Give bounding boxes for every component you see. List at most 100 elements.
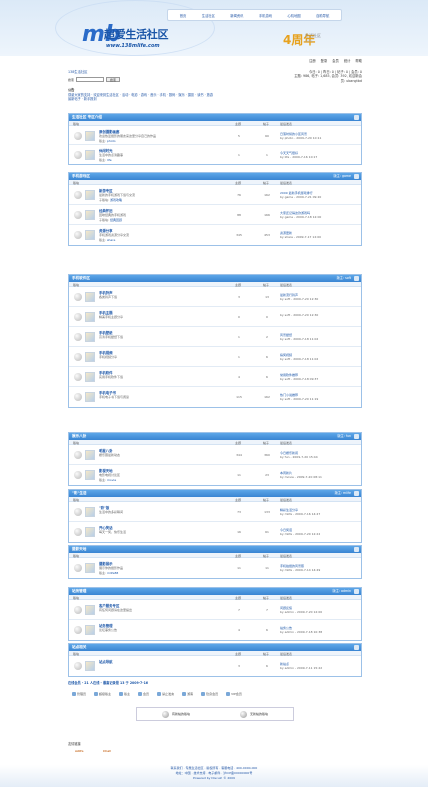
category-moderator[interactable]: 版主: fun	[337, 433, 351, 440]
last-post-meta[interactable]: by game - 2009-7-21 09:20	[280, 195, 321, 199]
forum-name[interactable]: 站点导航	[99, 659, 113, 664]
category-header[interactable]: 摄影天地	[69, 546, 361, 553]
last-post-meta[interactable]: by mlife - 2009-7-16 14:47	[280, 512, 320, 516]
toolbar-members[interactable]: 会员	[332, 58, 339, 63]
last-post: 最新流行铃声 by soft - 2009-7-20 12:30	[280, 293, 318, 301]
last-post-meta[interactable]: by soft - 2009-7-18 11:02	[280, 357, 318, 361]
partner-logo[interactable]: Chat	[103, 746, 125, 756]
collapse-icon[interactable]	[354, 645, 359, 650]
category-title[interactable]: 娱乐八卦	[72, 434, 86, 438]
collapse-icon[interactable]	[354, 174, 359, 179]
category-title[interactable]: 摄影天地	[72, 547, 86, 551]
category-moderator[interactable]: 版主: soft	[337, 275, 351, 282]
forum-thumbnail[interactable]	[85, 190, 95, 200]
collapse-icon[interactable]	[354, 547, 359, 552]
toolbar-help[interactable]: 帮助	[355, 58, 362, 63]
nav-news[interactable]: 新闻资讯	[230, 13, 243, 18]
nav-games[interactable]: 手机游戏	[259, 13, 272, 18]
forum-thumbnail[interactable]	[85, 312, 95, 322]
last-post-meta[interactable]: by soft - 2009-7-20 11:19	[280, 397, 318, 401]
last-post-meta[interactable]: by admin - 2009-7-18 10:38	[280, 630, 322, 634]
category-header[interactable]: 手机软件区 版主: soft	[69, 275, 361, 282]
nav-map[interactable]: 心机地图	[287, 13, 300, 18]
forum-thumbnail[interactable]	[85, 210, 95, 220]
forum-thumbnail[interactable]	[85, 392, 95, 402]
nav-home[interactable]: 首页	[180, 13, 187, 18]
category-title[interactable]: 手机游戏区	[72, 174, 90, 178]
breadcrumb[interactable]: 138生活社区	[68, 70, 87, 74]
last-post-meta[interactable]: by admin - 2009-7-11 15:22	[280, 666, 322, 670]
online-header[interactable]: 在线会员 - 21 人在线 - 最高记录是 13 于 2009-7-16	[68, 680, 362, 685]
last-post-meta[interactable]: by fun - 2009-7-20 15:44	[280, 455, 318, 459]
last-post-meta[interactable]: by soft - 2009-7-18 11:02	[280, 337, 318, 341]
forum-thumbnail[interactable]	[85, 507, 95, 517]
moderator-link[interactable]: life	[107, 158, 112, 162]
category-header[interactable]: 生活社区 专区介绍	[69, 114, 361, 121]
last-post-meta[interactable]: by soft - 2009-7-20 12:30	[280, 313, 318, 317]
forum-thumbnail[interactable]	[85, 130, 95, 141]
search-button[interactable]: 搜索	[106, 77, 121, 82]
category-header[interactable]: "彩"生活 版主: mlife	[69, 490, 361, 497]
forum-thumbnail[interactable]	[85, 527, 95, 537]
toolbar-stats[interactable]: 统计	[344, 58, 351, 63]
forum-thumbnail[interactable]	[85, 605, 95, 615]
last-post-meta[interactable]: by share - 2009-7-17 12:00	[280, 235, 321, 239]
toolbar-register[interactable]: 注册	[309, 58, 316, 63]
collapse-icon[interactable]	[354, 491, 359, 496]
search-input[interactable]	[76, 77, 105, 82]
collapse-icon[interactable]	[354, 589, 359, 594]
forum-thumbnail[interactable]	[85, 352, 95, 362]
last-post-meta[interactable]: by game - 2009-7-18 12:00	[280, 215, 321, 219]
forum-thumbnail[interactable]	[85, 470, 95, 480]
category-moderator[interactable]: 版主: admin	[333, 588, 351, 595]
announcement-line2[interactable]: 最新帖子 · 新手报到	[68, 97, 362, 102]
collapse-icon[interactable]	[354, 115, 359, 120]
forum-thumbnail[interactable]	[85, 292, 95, 302]
category-title[interactable]: 站务管理	[72, 589, 86, 593]
category-title[interactable]: 站点相关	[72, 645, 86, 649]
category-header[interactable]: 站点相关	[69, 644, 361, 651]
last-post-meta[interactable]: by soft - 2009-7-18 09:37	[280, 377, 318, 381]
moderator-link[interactable]: movie	[107, 478, 116, 482]
category-header[interactable]: 站务管理 版主: admin	[69, 588, 361, 595]
forum-thumbnail[interactable]	[85, 230, 95, 240]
topic-count: 0	[238, 315, 240, 319]
partner-logo[interactable]: mlife	[75, 746, 97, 756]
last-post-meta[interactable]: by admin - 2009-7-20 12:00	[280, 610, 322, 614]
moderator-link[interactable]: 游戏攻略	[110, 198, 122, 202]
moderator-link[interactable]: mlife88	[107, 571, 118, 575]
nav-community[interactable]: 生活社区	[202, 13, 215, 18]
category-title[interactable]: "彩"生活	[72, 491, 87, 495]
forum-description: 生活中的多彩瞬间	[99, 510, 124, 514]
category-title[interactable]: 生活社区 专区介绍	[72, 115, 102, 119]
category-header[interactable]: 手机游戏区 版主: game	[69, 173, 361, 180]
last-post-meta[interactable]: by movie - 2009-7-20 08:11	[280, 475, 322, 479]
forum-thumbnail[interactable]	[85, 563, 95, 573]
forum-thumbnail[interactable]	[85, 625, 95, 635]
last-post-meta[interactable]: by mlife - 2009-7-14 14:49	[280, 568, 320, 572]
moderator-link[interactable]: photo	[107, 139, 116, 143]
moderator-link[interactable]: share	[107, 238, 115, 242]
last-post-meta[interactable]: by photo - 2009-7-20 10:11	[280, 136, 321, 140]
moderator-link[interactable]: 经典回顾	[110, 218, 122, 222]
last-post-meta[interactable]: by soft - 2009-7-20 12:30	[280, 297, 318, 301]
category-moderator[interactable]: 版主: game	[333, 173, 351, 180]
category-moderator[interactable]: 版主: mlife	[335, 490, 351, 497]
category-header[interactable]: 娱乐八卦 版主: fun	[69, 433, 361, 440]
forum-thumbnail[interactable]	[85, 450, 95, 460]
post-count: 453	[264, 233, 270, 237]
last-post-meta[interactable]: by mlife - 2009-7-20 12:22	[280, 532, 320, 536]
collapse-icon[interactable]	[354, 434, 359, 439]
forum-thumbnail[interactable]	[85, 372, 95, 382]
nav-directory[interactable]: 自助导航	[316, 13, 329, 18]
collapse-icon[interactable]	[354, 276, 359, 281]
logo-url: www.138mlife.com	[106, 43, 160, 49]
category-title[interactable]: 手机软件区	[72, 276, 90, 280]
last-post-meta[interactable]: by life - 2009-7-16 10:17	[280, 155, 317, 159]
site-logo[interactable]: mb 超爱生活社区 www.138mlife.com	[82, 22, 197, 52]
last-post: 精彩生活分享 by mlife - 2009-7-16 14:47	[280, 508, 320, 516]
toolbar-login[interactable]: 登录	[321, 58, 328, 63]
forum-thumbnail[interactable]	[85, 332, 95, 342]
forum-thumbnail[interactable]	[85, 149, 95, 160]
forum-thumbnail[interactable]	[85, 661, 95, 671]
